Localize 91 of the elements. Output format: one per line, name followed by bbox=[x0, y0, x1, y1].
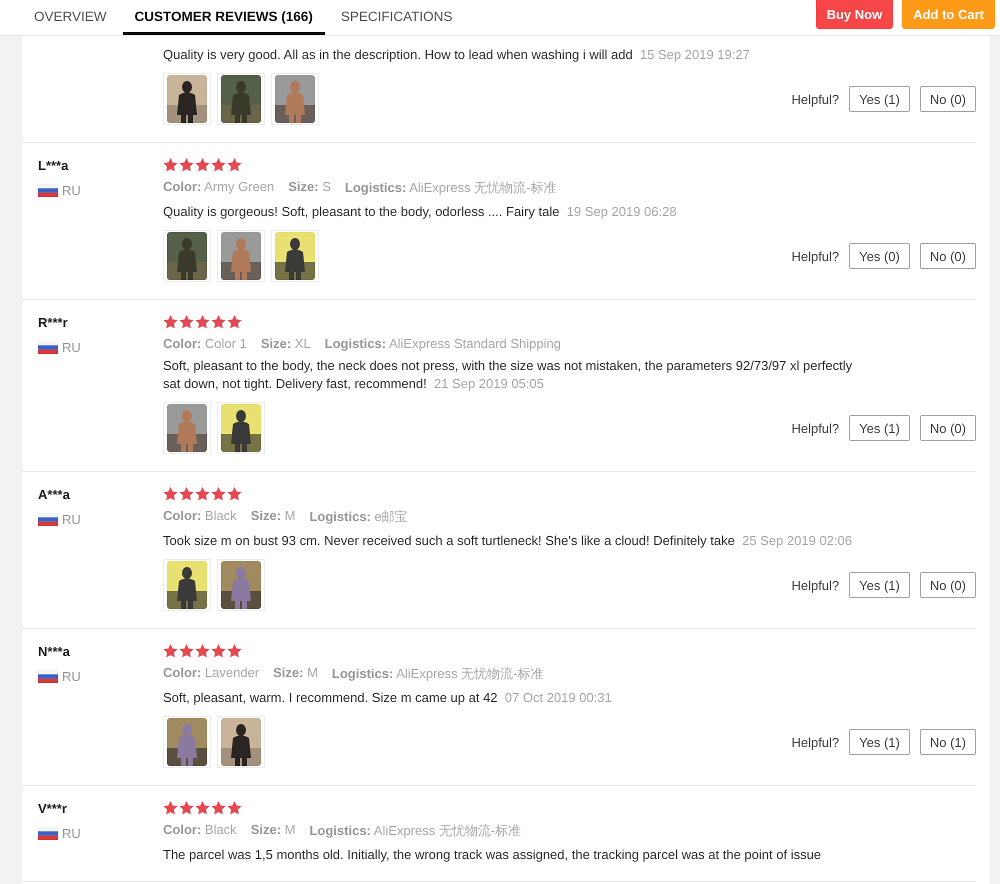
star-icon bbox=[211, 158, 226, 172]
star-icon bbox=[211, 315, 226, 329]
star-icon bbox=[227, 801, 242, 815]
country-code: RU bbox=[62, 512, 81, 527]
product-attribute: Size: M bbox=[273, 665, 318, 682]
helpful-label: Helpful? bbox=[791, 92, 840, 106]
star-icon bbox=[179, 487, 194, 501]
product-attribute: Logistics: AliExpress 无忧物流-标准 bbox=[332, 665, 544, 683]
star-icon bbox=[195, 158, 210, 172]
yes-vote-button[interactable]: Yes (1) bbox=[849, 729, 910, 755]
reviewer-name: L***a bbox=[38, 158, 70, 173]
photo-thumbnail[interactable] bbox=[163, 559, 211, 611]
flag-icon bbox=[38, 827, 58, 840]
photo-thumbnail[interactable] bbox=[217, 73, 265, 125]
star-icon bbox=[163, 487, 178, 501]
star-icon bbox=[227, 158, 242, 172]
photo-thumbnail[interactable] bbox=[217, 402, 265, 454]
product-attribute: Logistics: e邮宝 bbox=[309, 508, 408, 526]
country-code: RU bbox=[62, 669, 81, 684]
review-text: Soft, pleasant to the body, the neck does not press, with the size was not mistaken, the parameters 92/73/97 xl perfectly sat down, not tight. Delivery fast, recommend! 21 Sep 2019 05:05 bbox=[163, 357, 854, 393]
reviewer-name: R***r bbox=[38, 315, 69, 330]
yes-vote-button[interactable]: Yes (1) bbox=[849, 572, 910, 598]
star-icon bbox=[195, 644, 210, 658]
no-vote-button[interactable]: No (0) bbox=[920, 572, 976, 598]
photo-thumbnail[interactable] bbox=[163, 230, 211, 282]
reviewer-name: A***a bbox=[38, 487, 71, 502]
star-icon bbox=[227, 644, 242, 658]
flag-icon bbox=[38, 513, 58, 526]
product-attribute: Color: Army Green bbox=[163, 179, 274, 196]
reviewer-name: V***r bbox=[38, 801, 68, 816]
star-icon bbox=[163, 644, 178, 658]
photo-thumbnail[interactable] bbox=[217, 559, 265, 611]
no-vote-button[interactable]: No (1) bbox=[920, 729, 976, 755]
star-icon bbox=[227, 487, 242, 501]
star-icon bbox=[163, 801, 178, 815]
product-attribute: Color: Black bbox=[163, 822, 237, 839]
star-icon bbox=[179, 315, 194, 329]
photo-thumbnail[interactable] bbox=[163, 73, 211, 125]
reviewer-name: N***a bbox=[38, 644, 71, 659]
tab[interactable]: SPECIFICATIONS bbox=[328, 0, 464, 35]
flag-icon bbox=[38, 670, 58, 683]
review-text: Took size m on bust 93 cm. Never received such a soft turtleneck! She's like a cloud! Definitely take 25 Sep 2019 02:06 bbox=[163, 532, 852, 550]
star-icon bbox=[211, 487, 226, 501]
star-icon bbox=[179, 801, 194, 815]
star-icon bbox=[179, 644, 194, 658]
product-attribute: Logistics: AliExpress 无忧物流-标准 bbox=[344, 179, 557, 197]
helpful-label: Helpful? bbox=[791, 578, 840, 592]
star-icon bbox=[195, 487, 210, 501]
star-icon bbox=[163, 315, 178, 329]
product-attribute: Color: Color 1 bbox=[163, 336, 247, 351]
photo-thumbnail[interactable] bbox=[217, 230, 265, 282]
review-text: The parcel was 1,5 months old. Initially, the wrong track was assigned, the tracking parcel was at the point of issue bbox=[163, 846, 822, 864]
no-vote-button[interactable]: No (0) bbox=[920, 86, 976, 112]
star-icon bbox=[227, 315, 242, 329]
photo-thumbnail[interactable] bbox=[163, 402, 211, 454]
product-attribute: Color: Black bbox=[163, 508, 237, 525]
yes-vote-button[interactable]: Yes (0) bbox=[849, 243, 910, 269]
photo-thumbnail[interactable] bbox=[271, 73, 319, 125]
country-code: RU bbox=[62, 183, 81, 198]
no-vote-button[interactable]: No (0) bbox=[920, 415, 976, 441]
star-icon bbox=[163, 158, 178, 172]
country-code: RU bbox=[62, 340, 81, 355]
flag-icon bbox=[38, 341, 58, 354]
review-text: Quality is gorgeous! Soft, pleasant to the body, odorless .... Fairy tale 19 Sep 2019 06:28 bbox=[163, 203, 677, 221]
helpful-label: Helpful? bbox=[791, 734, 840, 750]
photo-thumbnail[interactable] bbox=[163, 716, 211, 768]
product-attribute: Logistics: AliExpress 无忧物流-标准 bbox=[309, 822, 522, 840]
star-icon bbox=[195, 801, 210, 815]
product-attribute: Logistics: AliExpress Standard Shipping bbox=[324, 336, 561, 351]
product-attribute: Size: S bbox=[288, 179, 331, 196]
product-attribute: Color: Lavender bbox=[163, 665, 260, 682]
helpful-label: Helpful? bbox=[791, 248, 840, 264]
star-icon bbox=[179, 158, 194, 172]
product-attribute: Size: XL bbox=[260, 336, 311, 351]
review-text: Quality is very good. All as in the description. How to lead when washing i will add 15 Sep 2019 19:27 bbox=[163, 46, 750, 64]
yes-vote-button[interactable]: Yes (1) bbox=[849, 415, 910, 441]
photo-thumbnail[interactable] bbox=[217, 716, 265, 768]
star-icon bbox=[211, 801, 226, 815]
review-text: Soft, pleasant, warm. I recommend. Size m came up at 42 07 Oct 2019 00:31 bbox=[163, 689, 612, 707]
star-icon bbox=[195, 315, 210, 329]
flag-icon bbox=[38, 184, 58, 197]
product-attribute: Size: M bbox=[250, 508, 296, 525]
buy-now-button[interactable]: Buy Now bbox=[816, 0, 894, 29]
product-attribute: Size: M bbox=[250, 822, 296, 839]
photo-thumbnail[interactable] bbox=[271, 230, 319, 282]
country-code: RU bbox=[62, 826, 81, 841]
star-icon bbox=[211, 644, 226, 658]
no-vote-button[interactable]: No (0) bbox=[920, 243, 976, 269]
helpful-label: Helpful? bbox=[791, 420, 840, 436]
yes-vote-button[interactable]: Yes (1) bbox=[849, 86, 910, 112]
tab[interactable]: OVERVIEW bbox=[22, 0, 119, 35]
